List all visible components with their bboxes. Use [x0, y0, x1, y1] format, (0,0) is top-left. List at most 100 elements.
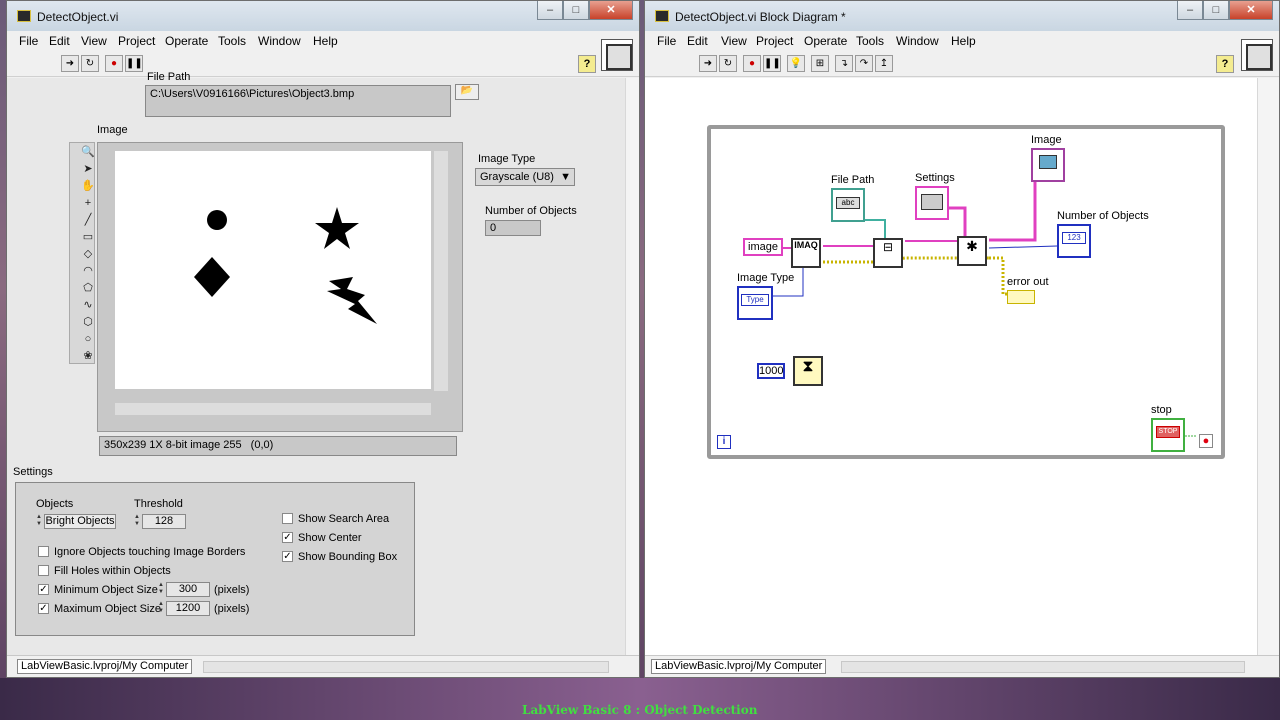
menu-tools[interactable]: Tools [856, 34, 884, 48]
pause-icon[interactable]: ❚❚ [125, 55, 143, 72]
max-size-input[interactable]: 1200 [166, 601, 210, 616]
menu-help[interactable]: Help [951, 34, 976, 48]
menu-edit[interactable]: Edit [687, 34, 708, 48]
minimize-button[interactable]: – [1177, 1, 1203, 20]
file-path-terminal[interactable]: abc [831, 188, 865, 222]
highlight-execution-icon[interactable]: 💡 [787, 55, 805, 72]
objects-spin-icon[interactable]: ▲ ▼ [36, 514, 42, 529]
vi-connector-icon[interactable] [1241, 39, 1273, 71]
step-over-icon[interactable]: ↷ [855, 55, 873, 72]
threshold-input[interactable]: 128 [142, 514, 186, 529]
threshold-spin-icon[interactable]: ▲ ▼ [134, 514, 140, 529]
pointer-tool-icon[interactable]: ➤ [77, 161, 99, 178]
broken-line-tool-icon[interactable]: ⬡ [77, 314, 99, 331]
line-tool-icon[interactable]: ╱ [77, 212, 99, 229]
menu-operate[interactable]: Operate [804, 34, 847, 48]
settings-label: Settings [13, 466, 53, 478]
polygon-tool-icon[interactable]: ⬠ [77, 280, 99, 297]
freehand-tool-icon[interactable]: ∿ [77, 297, 99, 314]
menu-edit[interactable]: Edit [49, 34, 70, 48]
image-display[interactable] [115, 151, 431, 389]
image-display-terminal[interactable] [1031, 148, 1065, 182]
maximize-button[interactable]: □ [563, 1, 589, 20]
run-arrow-icon[interactable]: ➜ [699, 55, 717, 72]
ignore-borders-checkbox[interactable] [38, 546, 49, 557]
run-continuously-icon[interactable]: ↻ [81, 55, 99, 72]
pan-tool-icon[interactable]: ✋ [77, 178, 99, 195]
min-size-spin-icon[interactable]: ▲ ▼ [158, 582, 164, 597]
block-diagram-hscroll[interactable] [841, 661, 1245, 673]
threshold-value: 128 [154, 515, 174, 527]
file-path-label: File Path [147, 71, 191, 83]
menu-view[interactable]: View [81, 34, 107, 48]
block-diagram-titlebar[interactable]: DetectObject.vi Block Diagram * – □ ✕ [645, 1, 1279, 31]
show-search-area-checkbox[interactable] [282, 513, 293, 524]
min-size-checkbox[interactable]: ✓ [38, 584, 49, 595]
path-control-icon: abc [836, 197, 860, 209]
annulus-tool-icon[interactable]: ◠ [77, 263, 99, 280]
help-icon[interactable]: ? [1216, 55, 1234, 73]
objects-ring[interactable]: Bright Objects [44, 514, 116, 529]
min-size-input[interactable]: 300 [166, 582, 210, 597]
zoom-tool-icon[interactable]: 🔍 [77, 144, 99, 161]
image-vscroll[interactable] [434, 151, 448, 391]
image-type-terminal[interactable]: Type [737, 286, 773, 320]
max-size-checkbox[interactable]: ✓ [38, 603, 49, 614]
front-panel-titlebar[interactable]: DetectObject.vi – □ ✕ [7, 1, 639, 31]
freehand-region-tool-icon[interactable]: ❀ [77, 348, 99, 365]
retain-wire-values-icon[interactable]: ⊞ [811, 55, 829, 72]
menu-tools[interactable]: Tools [218, 34, 246, 48]
vi-connector-icon[interactable] [601, 39, 633, 71]
oval-tool-icon[interactable]: ○ [77, 331, 99, 348]
loop-condition-icon[interactable]: ● [1199, 434, 1213, 448]
stop-terminal[interactable]: STOP [1151, 418, 1185, 452]
file-path-indicator[interactable]: C:\Users\V0916166\Pictures\Object3.bmp [145, 85, 451, 117]
imaq-create-node[interactable]: IMAQ [791, 238, 821, 268]
front-panel-vscroll[interactable] [625, 78, 639, 655]
minimize-button[interactable]: – [537, 1, 563, 20]
block-diagram-canvas[interactable]: i Image File Path abc Settings Number of… [645, 78, 1257, 655]
help-icon[interactable]: ? [578, 55, 596, 73]
min-size-value: 300 [178, 583, 198, 595]
menu-project[interactable]: Project [118, 34, 155, 48]
menu-operate[interactable]: Operate [165, 34, 208, 48]
step-into-icon[interactable]: ↴ [835, 55, 853, 72]
block-diagram-vscroll[interactable] [1257, 78, 1279, 655]
maximize-button[interactable]: □ [1203, 1, 1229, 20]
settings-terminal[interactable] [915, 186, 949, 220]
menu-file[interactable]: File [657, 34, 676, 48]
fill-holes-checkbox[interactable] [38, 565, 49, 576]
browse-folder-icon[interactable]: 📂 [455, 84, 479, 100]
max-size-spin-icon[interactable]: ▲ ▼ [158, 601, 164, 616]
point-tool-icon[interactable]: + [77, 195, 99, 212]
abort-icon[interactable]: ● [105, 55, 123, 72]
close-button[interactable]: ✕ [1229, 1, 1273, 20]
run-arrow-icon[interactable]: ➜ [61, 55, 79, 72]
menu-window[interactable]: Window [896, 34, 939, 48]
rectangle-tool-icon[interactable]: ▭ [77, 229, 99, 246]
show-bounding-box-checkbox[interactable]: ✓ [282, 551, 293, 562]
rotated-rect-tool-icon[interactable]: ◇ [77, 246, 99, 263]
menu-help[interactable]: Help [313, 34, 338, 48]
image-content [194, 207, 377, 324]
image-type-ring[interactable]: Grayscale (U8) ▼ [475, 168, 575, 186]
menu-window[interactable]: Window [258, 34, 301, 48]
menu-file[interactable]: File [19, 34, 38, 48]
num-objects-terminal[interactable]: 123 [1057, 224, 1091, 258]
wait-ms-node[interactable]: ⧗ [793, 356, 823, 386]
error-out-terminal[interactable] [1007, 290, 1035, 304]
close-button[interactable]: ✕ [589, 1, 633, 20]
menu-project[interactable]: Project [756, 34, 793, 48]
image-name-constant[interactable]: image [743, 238, 783, 256]
image-hscroll[interactable] [115, 403, 431, 415]
menu-view[interactable]: View [721, 34, 747, 48]
detect-objects-node[interactable]: ✱ [957, 236, 987, 266]
imaq-read-file-node[interactable]: ⊟ [873, 238, 903, 268]
front-panel-hscroll[interactable] [203, 661, 609, 673]
pause-icon[interactable]: ❚❚ [763, 55, 781, 72]
step-out-icon[interactable]: ↥ [875, 55, 893, 72]
show-center-checkbox[interactable]: ✓ [282, 532, 293, 543]
abort-icon[interactable]: ● [743, 55, 761, 72]
run-continuously-icon[interactable]: ↻ [719, 55, 737, 72]
wait-constant[interactable]: 1000 [757, 363, 785, 379]
